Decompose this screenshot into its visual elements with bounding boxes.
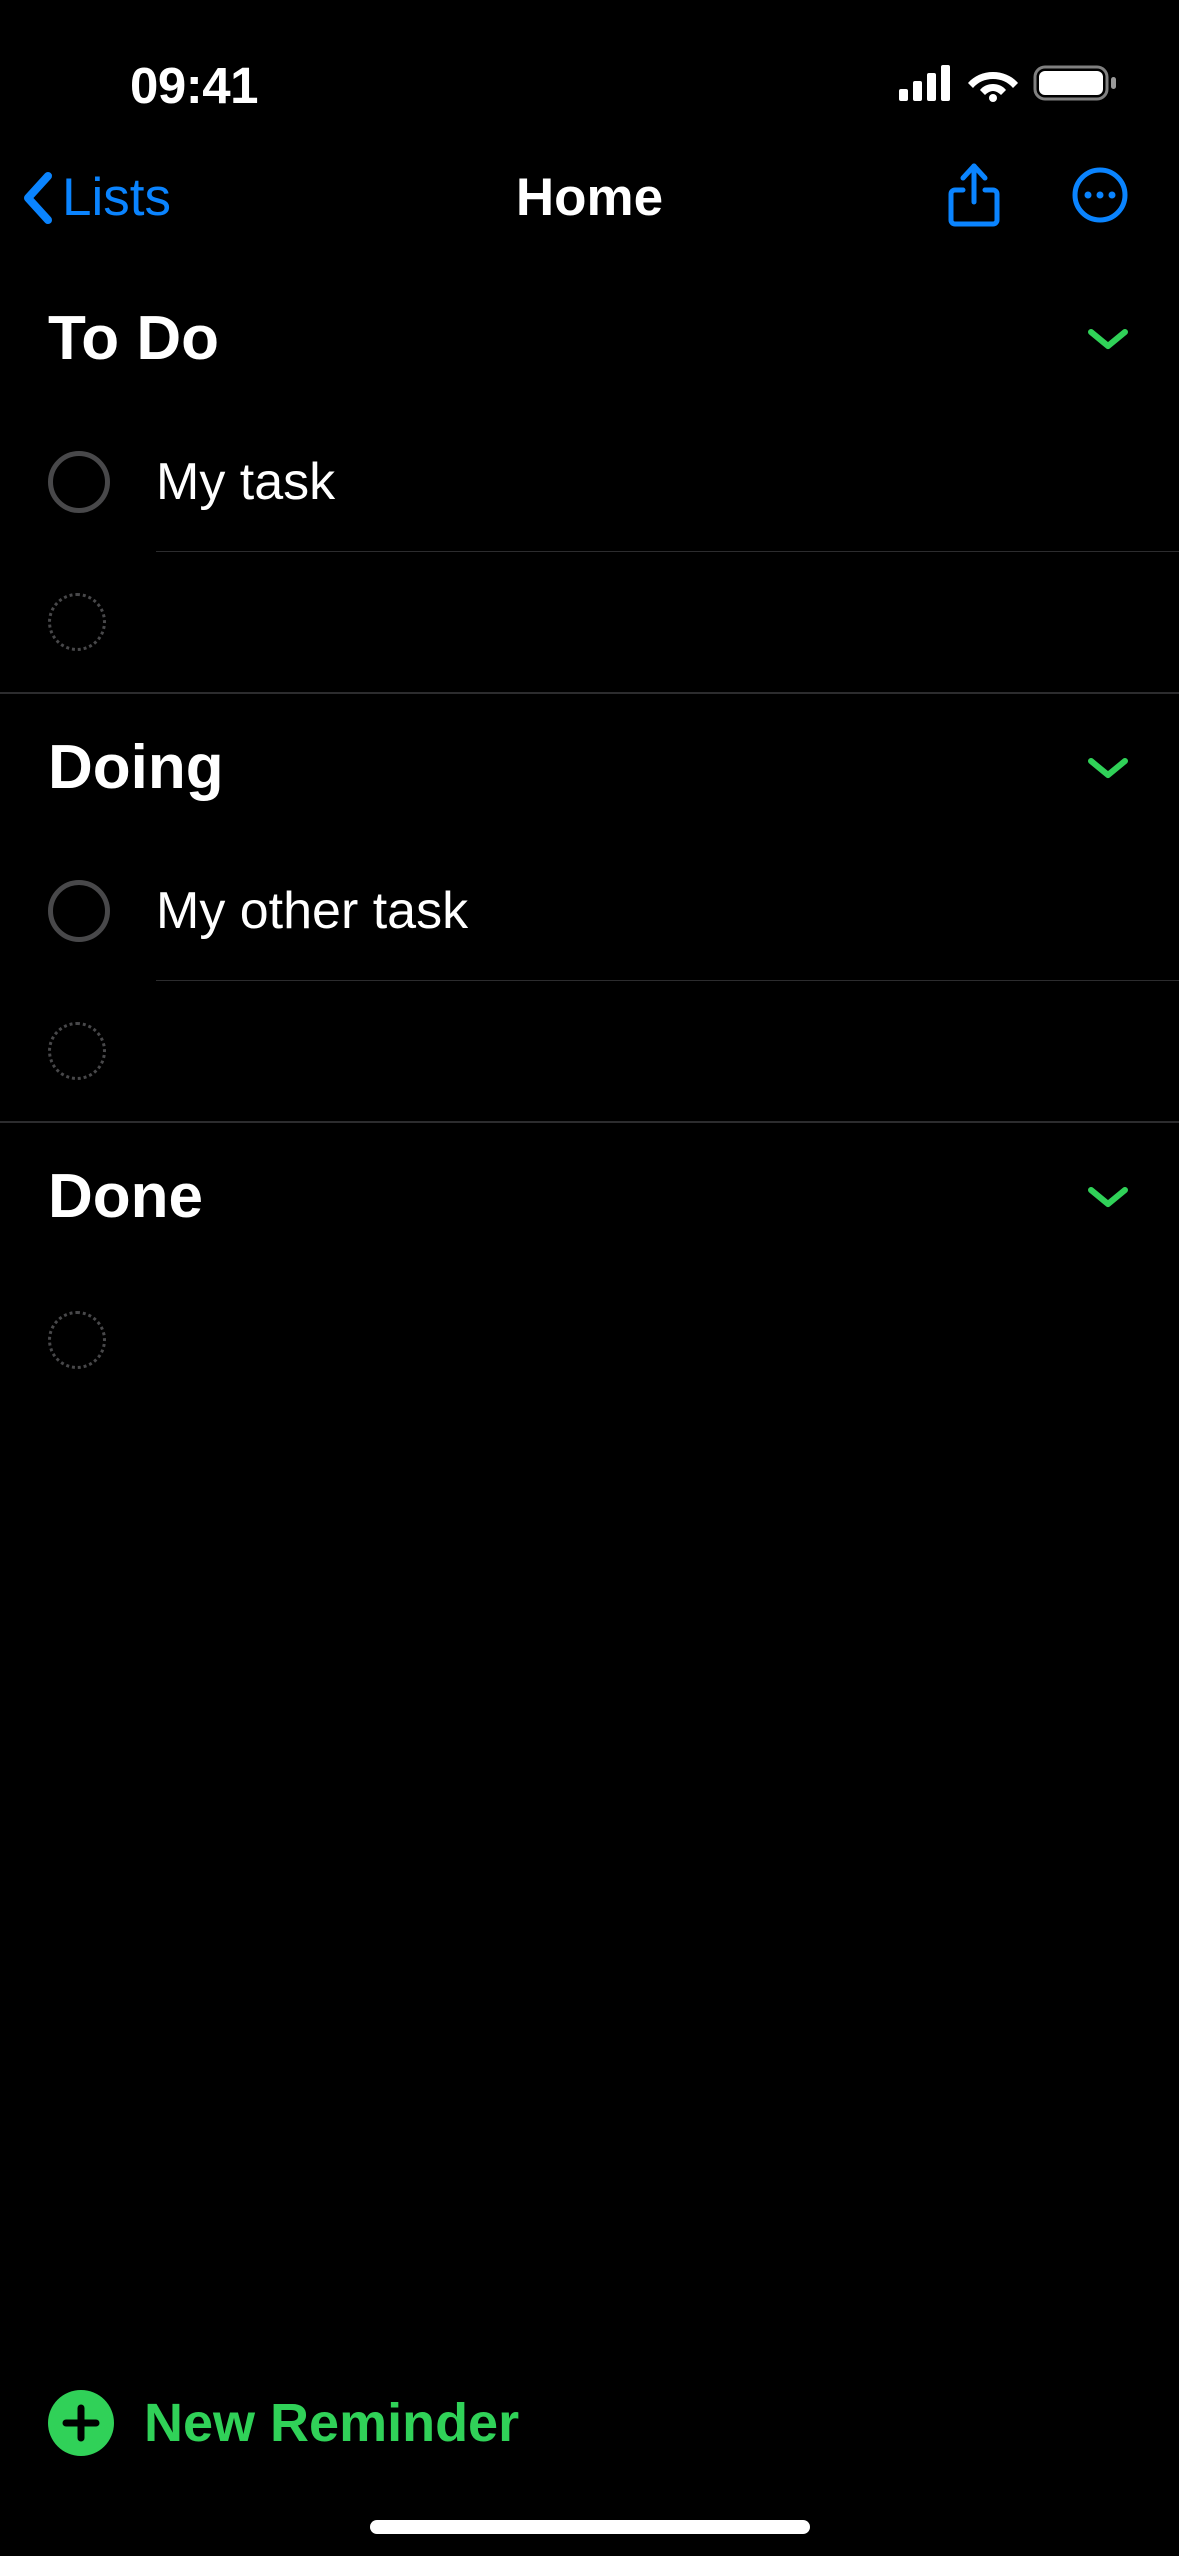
chevron-down-icon [1087, 755, 1129, 781]
reminder-placeholder[interactable] [0, 1270, 1179, 1410]
reminder-placeholder[interactable] [0, 552, 1179, 692]
battery-icon [1033, 63, 1119, 108]
section-header-todo[interactable]: To Do [0, 265, 1179, 412]
reminder-item[interactable]: My task [0, 412, 1179, 552]
completion-circle-icon[interactable] [48, 880, 110, 942]
chevron-down-icon [1087, 326, 1129, 352]
reminder-label: My task [156, 452, 335, 512]
section-title: Doing [48, 732, 224, 803]
chevron-left-icon [20, 170, 54, 226]
section-header-done[interactable]: Done [0, 1123, 1179, 1270]
page-title: Home [516, 167, 663, 228]
back-button[interactable]: Lists [20, 167, 171, 228]
plus-circle-icon [48, 2390, 114, 2456]
add-placeholder-circle-icon [48, 593, 106, 651]
new-reminder-label: New Reminder [144, 2392, 519, 2454]
reminder-placeholder[interactable] [0, 981, 1179, 1121]
home-indicator[interactable] [370, 2520, 810, 2534]
reminder-label: My other task [156, 881, 468, 941]
ellipsis-circle-icon [1071, 166, 1129, 224]
nav-bar: Lists Home [0, 130, 1179, 265]
chevron-down-icon [1087, 1184, 1129, 1210]
share-icon [947, 160, 1001, 230]
section-title: To Do [48, 303, 219, 374]
cellular-icon [899, 65, 953, 106]
add-placeholder-circle-icon [48, 1022, 106, 1080]
status-time: 09:41 [130, 56, 258, 115]
share-button[interactable] [947, 160, 1001, 235]
more-button[interactable] [1071, 166, 1129, 229]
reminder-item[interactable]: My other task [0, 841, 1179, 981]
section-title: Done [48, 1161, 203, 1232]
status-icons [899, 63, 1119, 108]
section-header-doing[interactable]: Doing [0, 694, 1179, 841]
add-placeholder-circle-icon [48, 1311, 106, 1369]
wifi-icon [967, 64, 1019, 107]
back-label: Lists [62, 167, 171, 228]
status-bar: 09:41 [0, 0, 1179, 130]
completion-circle-icon[interactable] [48, 451, 110, 513]
new-reminder-button[interactable]: New Reminder [0, 2390, 1179, 2456]
